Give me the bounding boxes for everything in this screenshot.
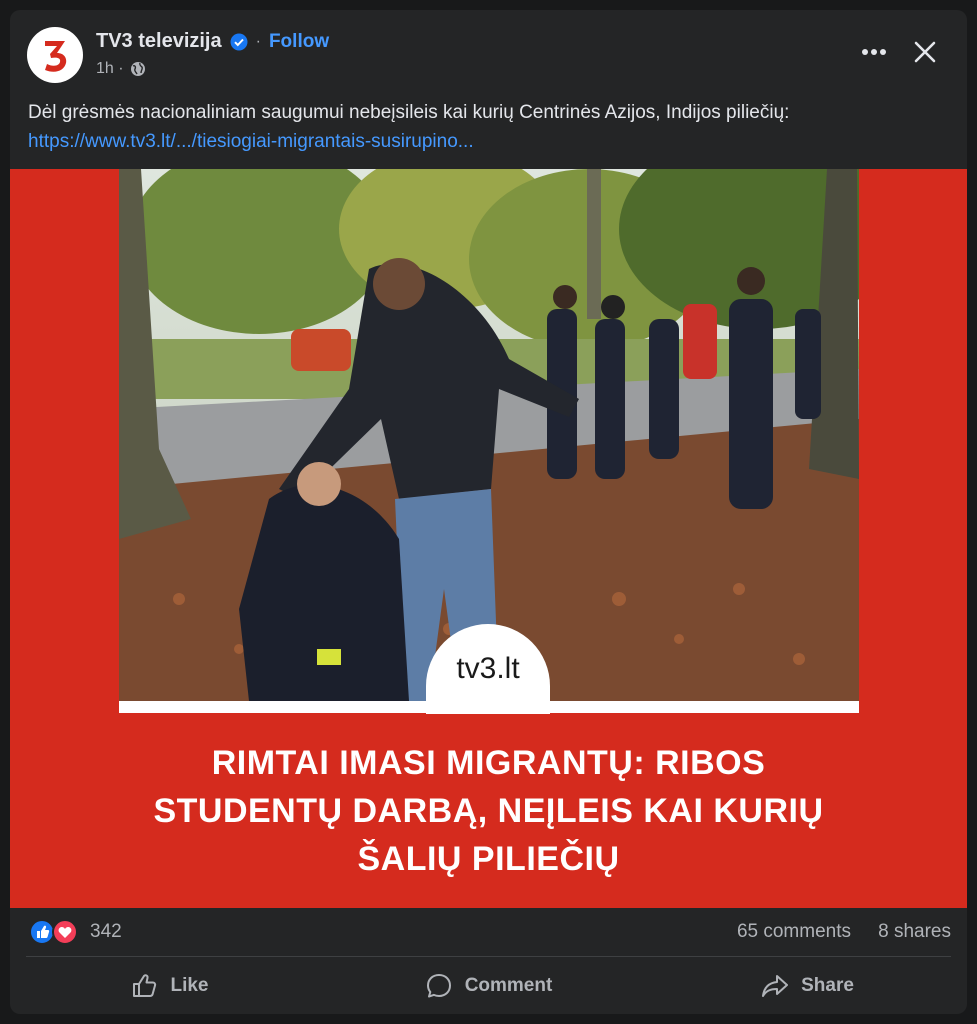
page-avatar[interactable] (27, 27, 83, 83)
post-meta: 1h · (96, 60, 146, 78)
post-stats: 342 65 comments 8 shares (10, 908, 967, 956)
name-row: TV3 televizija · Follow (96, 30, 329, 53)
comment-label: Comment (464, 975, 553, 996)
headline-line-1: RIMTAI IMASI MIGRANTŲ: RIBOS (211, 744, 766, 782)
comment-bubble-icon (426, 974, 451, 998)
share-button[interactable]: Share (648, 960, 967, 1012)
comments-count[interactable]: 65 comments (737, 921, 851, 943)
headline-line-2: STUDENTŲ DARBĄ, NEĮLEIS KAI KURIŲ (153, 792, 824, 830)
close-button[interactable] (911, 38, 939, 66)
reactions-count[interactable]: 342 (90, 921, 122, 943)
watermark-text: tv3.lt (456, 652, 520, 685)
post-image[interactable]: tv3.lt RIMTAI IMASI MIGRANTŲ: RIBOS STUD… (10, 169, 967, 908)
reaction-icons[interactable] (29, 919, 81, 945)
post-link[interactable]: https://www.tv3.lt/.../tiesiogiai-migran… (28, 127, 948, 156)
image-headline: RIMTAI IMASI MIGRANTŲ: RIBOS STUDENTŲ DA… (70, 739, 907, 883)
follow-button[interactable]: Follow (269, 31, 329, 53)
close-icon (914, 41, 936, 63)
post-time[interactable]: 1h · (96, 60, 124, 78)
more-options-button[interactable] (859, 40, 889, 64)
news-photo-illustration (119, 169, 859, 701)
post-card: TV3 televizija · Follow 1h · Dėl grėsmės… (10, 10, 967, 1014)
shares-count[interactable]: 8 shares (878, 921, 951, 943)
globe-icon[interactable] (130, 61, 146, 77)
love-reaction-icon (52, 919, 78, 945)
post-actions: Like Comment Share (10, 960, 967, 1012)
post-text: Dėl grėsmės nacionaliniam saugumui nebeį… (28, 98, 948, 156)
more-options-icon (862, 49, 886, 55)
post-header: TV3 televizija · Follow 1h · (10, 10, 967, 90)
share-label: Share (801, 975, 854, 996)
post-message: Dėl grėsmės nacionaliniam saugumui nebeį… (28, 102, 790, 123)
actions-divider (26, 956, 951, 957)
comment-button[interactable]: Comment (329, 960, 648, 1012)
separator-dot: · (255, 32, 261, 50)
tv3-logo-icon (45, 41, 67, 72)
like-reaction-icon (29, 919, 55, 945)
news-photo (119, 169, 859, 701)
headline-line-3: ŠALIŲ PILIEČIŲ (357, 840, 620, 878)
like-button[interactable]: Like (10, 960, 329, 1012)
page-name[interactable]: TV3 televizija (96, 30, 222, 53)
verified-badge-icon (230, 33, 248, 50)
like-label: Like (170, 975, 209, 996)
share-arrow-icon (762, 975, 789, 997)
thumbs-up-icon (133, 974, 157, 997)
